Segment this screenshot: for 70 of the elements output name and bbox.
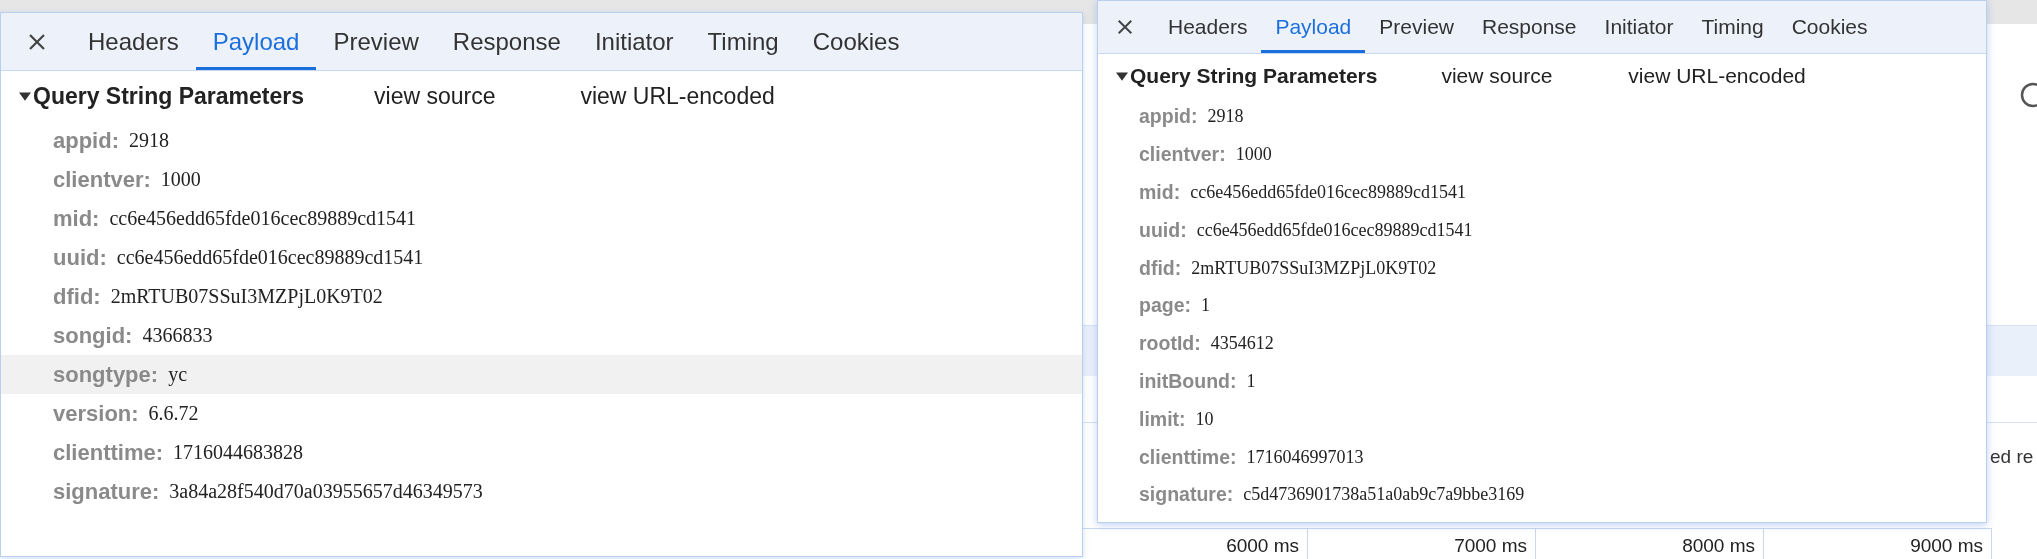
param-key: mid: [53, 205, 100, 232]
view-link[interactable]: view URL-encoded [1628, 64, 1806, 88]
tab[interactable]: Preview [316, 13, 436, 70]
tab[interactable]: Preview [1365, 1, 1468, 53]
param-key: dfid: [53, 283, 101, 310]
param-value: 10 [1195, 408, 1214, 430]
param-value: 4354612 [1210, 333, 1274, 355]
param-key: limit: [1139, 407, 1186, 431]
timeline-tick: 8000 ms [1536, 529, 1764, 559]
param-value: cc6e456edd65fde016cec89889cd1541 [1190, 182, 1467, 203]
tab[interactable]: Cookies [1777, 1, 1882, 53]
tab[interactable]: Initiator [577, 13, 691, 70]
tab[interactable]: Timing [690, 13, 796, 70]
triangle-icon[interactable] [1116, 70, 1128, 82]
param-value: 1 [1246, 370, 1256, 392]
tab[interactable]: Payload [1261, 1, 1366, 53]
param-value: c5d4736901738a51a0ab9c7a9bbe3169 [1243, 484, 1525, 506]
view-link[interactable]: view source [1441, 64, 1553, 88]
page-text: ed re [1990, 446, 2034, 468]
close-icon[interactable] [1116, 18, 1134, 36]
param-value: 2mRTUB07SSuI3MZPjL0K9T02 [1191, 257, 1437, 279]
param-key: songid: [53, 322, 133, 349]
tab[interactable]: Timing [1687, 1, 1778, 53]
param-key: uuid: [1139, 218, 1187, 242]
param-value: 1000 [160, 168, 201, 191]
param-value: 1000 [1235, 144, 1272, 166]
param-value: yc [168, 363, 187, 386]
param-key: clienttime: [53, 439, 164, 466]
view-link[interactable]: view URL-encoded [580, 82, 775, 110]
param-key: version: [53, 400, 139, 427]
tab[interactable]: Response [1468, 1, 1591, 53]
param-key: signature: [1139, 483, 1234, 507]
param-value: 2918 [1207, 106, 1244, 128]
param-value: 4366833 [142, 324, 213, 347]
param-value: 1716044683828 [173, 441, 304, 464]
param-value: 1 [1201, 295, 1210, 317]
param-value: cc6e456edd65fde016cec89889cd1541 [116, 246, 424, 269]
section-toggle[interactable]: Query String Parameters [1, 82, 304, 110]
param-key: clientver: [1139, 143, 1226, 167]
param-key: rootId: [1139, 332, 1201, 356]
param-value: cc6e456edd65fde016cec89889cd1541 [1196, 219, 1473, 241]
triangle-icon[interactable] [19, 90, 31, 102]
param-key: dfid: [1139, 256, 1182, 280]
close-icon[interactable] [27, 31, 47, 52]
param-key: page: [1139, 294, 1191, 318]
tab[interactable]: Headers [71, 13, 196, 70]
tab[interactable]: Initiator [1590, 1, 1688, 53]
param-value: 2mRTUB07SSuI3MZPjL0K9T02 [110, 285, 383, 308]
tab[interactable]: Response [435, 13, 578, 70]
param-key: clienttime: [1139, 445, 1237, 469]
param-value: 1716046997013 [1246, 446, 1364, 468]
timeline-tick: 9000 ms [1764, 529, 1992, 559]
param-key: uuid: [53, 244, 107, 271]
tab[interactable]: Cookies [795, 13, 917, 70]
section-toggle[interactable]: Query String Parameters [1098, 64, 1378, 88]
param-value: 2918 [129, 129, 169, 152]
param-key: signature: [53, 478, 160, 505]
timeline-tick: 7000 ms [1308, 529, 1536, 559]
param-key: initBound: [1139, 369, 1237, 393]
param-key: clientver: [53, 166, 151, 193]
param-key: mid: [1139, 181, 1181, 204]
param-value: 6.6.72 [148, 402, 199, 425]
param-key: appid: [53, 127, 119, 154]
view-link[interactable]: view source [374, 82, 496, 110]
param-value: 3a84a28f540d70a03955657d46349573 [169, 480, 483, 503]
param-key: songtype: [53, 361, 159, 388]
param-value: cc6e456edd65fde016cec89889cd1541 [109, 207, 416, 230]
tab[interactable]: Payload [195, 13, 317, 70]
tab[interactable]: Headers [1154, 1, 1262, 53]
param-key: appid: [1139, 105, 1198, 129]
